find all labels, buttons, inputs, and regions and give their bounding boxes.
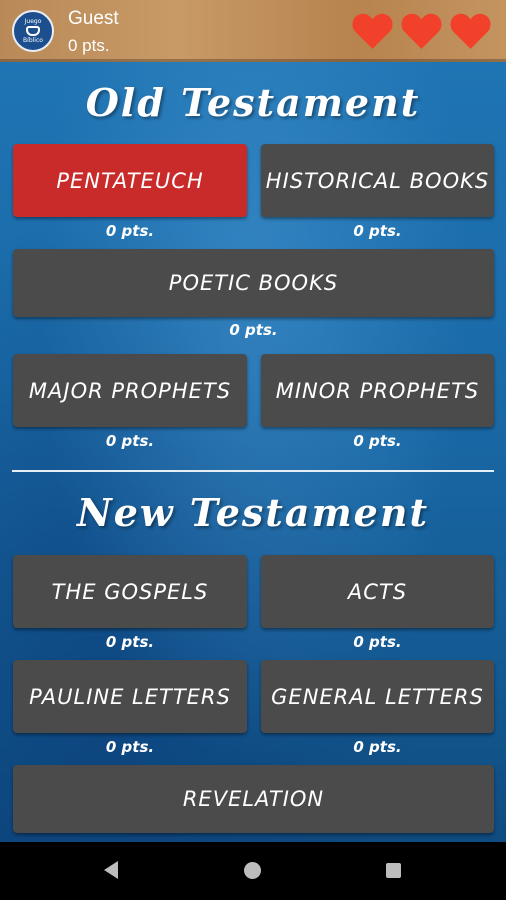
category-menu: Old Testament PENTATEUCH 0 pts. HISTORIC…	[0, 62, 506, 842]
book-icon	[26, 26, 40, 36]
logo-caption-bottom: Bíblico	[23, 37, 43, 44]
app-logo-avatar[interactable]: Juego Bíblico	[12, 10, 54, 52]
general-letters-points: 0 pts.	[353, 738, 402, 756]
user-points: 0 pts.	[68, 36, 110, 55]
revelation-button[interactable]: REVELATION	[13, 765, 494, 833]
minor-prophets-button[interactable]: MINOR PROPHETS	[261, 354, 494, 427]
pauline-letters-points: 0 pts.	[105, 738, 155, 756]
gospels-points: 0 pts.	[105, 633, 155, 651]
poetic-books-points: 0 pts.	[229, 321, 278, 339]
historical-books-button[interactable]: HISTORICAL BOOKS	[261, 144, 494, 217]
recent-apps-icon[interactable]	[386, 863, 401, 878]
heart-icon	[352, 13, 393, 49]
new-testament-title: New Testament	[76, 490, 430, 535]
top-bar: Juego Bíblico Guest 0 pts.	[0, 0, 506, 62]
logo-caption-top: Juego	[24, 18, 42, 25]
historical-books-points: 0 pts.	[353, 222, 402, 240]
section-divider	[12, 470, 494, 472]
back-icon[interactable]	[104, 861, 118, 879]
major-prophets-button[interactable]: MAJOR PROPHETS	[13, 354, 247, 427]
major-prophets-points: 0 pts.	[105, 432, 155, 450]
gospels-button[interactable]: THE GOSPELS	[13, 555, 247, 628]
minor-prophets-points: 0 pts.	[353, 432, 402, 450]
pauline-letters-button[interactable]: PAULINE LETTERS	[13, 660, 247, 733]
system-nav-bar	[0, 842, 506, 900]
pentateuch-button[interactable]: PENTATEUCH	[13, 144, 247, 217]
heart-icon	[401, 13, 442, 49]
heart-icon	[450, 13, 491, 49]
acts-button[interactable]: ACTS	[261, 555, 494, 628]
acts-points: 0 pts.	[353, 633, 402, 651]
home-icon[interactable]	[244, 862, 261, 879]
pentateuch-points: 0 pts.	[105, 222, 155, 240]
old-testament-title: Old Testament	[85, 80, 421, 125]
general-letters-button[interactable]: GENERAL LETTERS	[261, 660, 494, 733]
user-name: Guest	[68, 8, 119, 29]
lives-indicator	[351, 11, 492, 51]
poetic-books-button[interactable]: POETIC BOOKS	[13, 249, 494, 317]
